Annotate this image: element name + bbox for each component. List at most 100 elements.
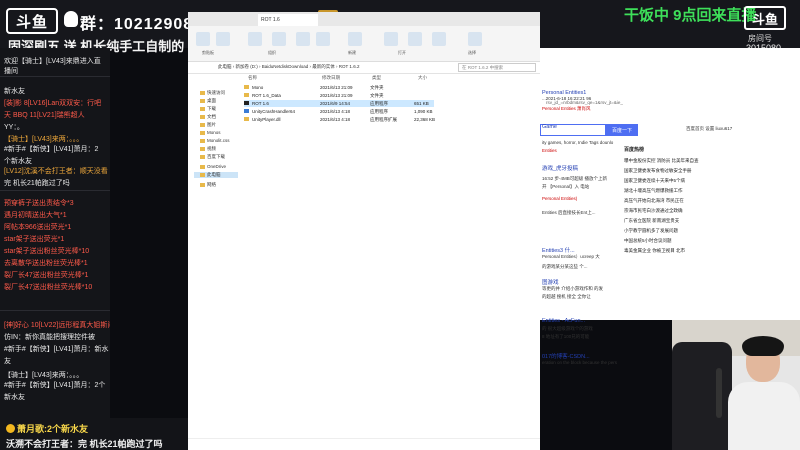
chat-message: [LV12]沈溪不会打王者：顺天没看 [4,168,108,175]
ribbon-button[interactable] [384,32,398,46]
nav-item[interactable]: 文档 [200,114,216,120]
search-result-text: Personal Entities）ucreep 大 [542,254,600,259]
address-path[interactable]: 此电脑 › 新加卷 (D:) › BaiduNetdiskDownload › … [218,64,359,70]
explorer-tab[interactable]: ROT 1.6 [258,14,318,26]
search-result-link[interactable]: 图游戏 [542,278,559,286]
folder-icon [200,172,205,177]
file-row[interactable]: UnityPlayer.dll 2021/6/13 4:18 应用程序扩展 22,36… [244,116,435,123]
hot-list-item[interactable]: 湖北十堰高压气燃爆救援工作 [624,188,683,194]
hot-list-item[interactable]: 小学教学圆机多了发展问题 [624,228,678,234]
search-result-text: 的超越 搜机 接全 全你让 [542,294,591,299]
search-result-link[interactable]: Entities3 什... [542,246,575,254]
chat-message: 【骑士】[LV43]来两：。。。 [4,372,84,379]
ribbon-button[interactable] [296,32,310,46]
ribbon-group-label: 打开 [398,50,406,55]
ribbon-button[interactable] [248,32,262,46]
nav-item[interactable]: Monolit.css [200,138,230,143]
nav-item-label: 百度下载 [207,154,225,159]
file-row[interactable]: ROT 1.6 2021/6/9 14:54 应用程序 651 KB [244,100,434,107]
search-button[interactable]: 百度一下 [606,124,638,136]
hot-list-item[interactable]: 高压气开始向北海湾 市民正在 [624,198,684,204]
file-row[interactable]: ROT 1.6_Data 2021/6/13 21:09 文件夹 [244,92,434,99]
webcam-person-hair [742,336,784,356]
chat-message: 遇月初晴送出大气*1 [4,212,67,219]
hot-list-item[interactable]: 国家卫健委发布食物过敏安全手册 [624,168,692,174]
hot-list-item[interactable]: 毒美金属企业 你被卫视目 北市 [624,248,685,254]
file-icon [244,101,249,105]
ribbon-button[interactable] [432,32,446,46]
folder-icon [200,130,205,135]
folder-icon [200,138,205,143]
nav-item-label: OneDrive [207,164,227,169]
ribbon-button[interactable] [196,32,210,46]
chat-message: 新水友 [4,88,25,95]
ribbon-group-label: 组织 [268,50,276,55]
file-type: 文件夹 [370,85,384,90]
column-size[interactable]: 大小 [418,75,427,81]
search-result-link[interactable]: 017的博客-CSDN... [542,352,590,360]
search-result-link[interactable]: 游戏_虎牙投稿 [542,164,578,172]
column-date[interactable]: 修改日期 [322,75,340,81]
chat-divider [0,190,110,191]
chat-divider [0,76,110,77]
folder-icon [200,90,205,95]
nav-item-label: Monolit.css [207,138,230,143]
search-result-text: ity games, horror, Indie Tags dounlo [542,140,614,145]
file-type: 文件夹 [370,93,384,98]
nav-item[interactable]: 桌面 [200,98,216,104]
file-row[interactable]: UnityCrashHandler64 2021/6/13 4:18 应用程序 1,0… [244,108,434,115]
file-date: 2021/6/13 21:09 [320,85,353,90]
file-row[interactable]: Mono 2021/6/13 21:09 文件夹 [244,84,434,91]
donation-text: 萧月歌:2个新水友 [17,424,89,434]
nav-item-label: 视频 [207,146,216,151]
ribbon-button[interactable] [216,32,230,46]
hot-list-item[interactable]: 中国总统5小时合议问题 [624,238,672,244]
nav-item[interactable]: Monos [200,130,221,135]
search-result-text: 的游戏某分某这些 个... [542,264,588,269]
navigation-pane: 快速访问桌面下载文档图片 Monos Monolit.css 视频百度下载 OneDri… [188,76,238,436]
chat-message: 完 机长21帕跑过了吗 [4,180,70,187]
nav-item-label: Monos [207,130,221,135]
hot-list-item[interactable]: 国家卫健委连续十天来中5个病 [624,178,685,184]
explorer-search-input[interactable]: 在 ROT 1.6.2 中搜索 [458,63,536,72]
user-area[interactable]: 百度首页 设置 liuxu617 [686,126,732,132]
nav-item[interactable]: 百度下载 [200,154,225,160]
nav-item[interactable]: 快速访问 [200,90,225,96]
ribbon-button[interactable] [408,32,422,46]
chat-panel: 欢迎【骑士】[LV43]来鼎进入直 播间 新水友 [装]影 8[LV16]Lan双双安… [0,48,110,450]
nav-item[interactable]: 图片 [200,122,216,128]
column-name[interactable]: 名称 [248,75,257,81]
address-bar[interactable]: 此电脑 › 新加卷 (D:) › BaiduNetdiskDownload › … [188,62,540,74]
donation-message: 萧月歌:2个新水友 [6,422,88,435]
file-date: 2021/6/9 14:54 [320,101,351,106]
ribbon-button[interactable] [348,32,362,46]
ribbon-button[interactable] [272,32,286,46]
nav-item[interactable]: OneDrive [200,164,226,169]
search-result-text: 开 【Personal】入 电站 [542,184,590,189]
nav-item[interactable]: 此电脑 [194,172,238,178]
search-result-link[interactable]: Entities - AcFun... [542,318,585,324]
ticker-message: 沃溯不会打王者：完 机长21帕跑过了吗 [6,439,163,449]
search-result-text: 等更的并 介绍小游戏作和 的发 [542,286,603,291]
file-date: 2021/6/13 4:18 [320,109,351,114]
search-result-text: 8 地址有了100兄的可能 [542,334,590,339]
folder-icon [200,106,205,111]
explorer-ribbon: 剪贴板 组织 新建 打开 选择 [188,26,540,62]
nav-item-label: 图片 [207,122,216,127]
column-type[interactable]: 类型 [372,75,381,81]
chat-message: 裂厂长47送出粉丝荧光棒*10 [4,284,93,291]
folder-icon [200,122,205,127]
search-result-link[interactable]: Game [542,124,557,130]
hot-list-item[interactable]: 宗海市民宅白沙渡通过全政确 [624,208,683,214]
file-name: Mono [252,85,264,90]
hot-list-item[interactable]: 广东省立医院 新南湖宝贵支 [624,218,679,224]
hot-list-item[interactable]: 曝中金股份实控 消防员 比美年来自查 [624,158,699,164]
chat-message: 阿帖本966送出荧光*1 [4,224,72,231]
ribbon-button[interactable] [468,32,482,46]
folder-icon [200,98,205,103]
nav-item[interactable]: 网络 [200,182,216,188]
chat-message: #新手#【新侠】[LV41]萧月：2 [4,146,99,153]
nav-item[interactable]: 视频 [200,146,216,152]
nav-item[interactable]: 下载 [200,106,216,112]
ribbon-button[interactable] [316,32,330,46]
